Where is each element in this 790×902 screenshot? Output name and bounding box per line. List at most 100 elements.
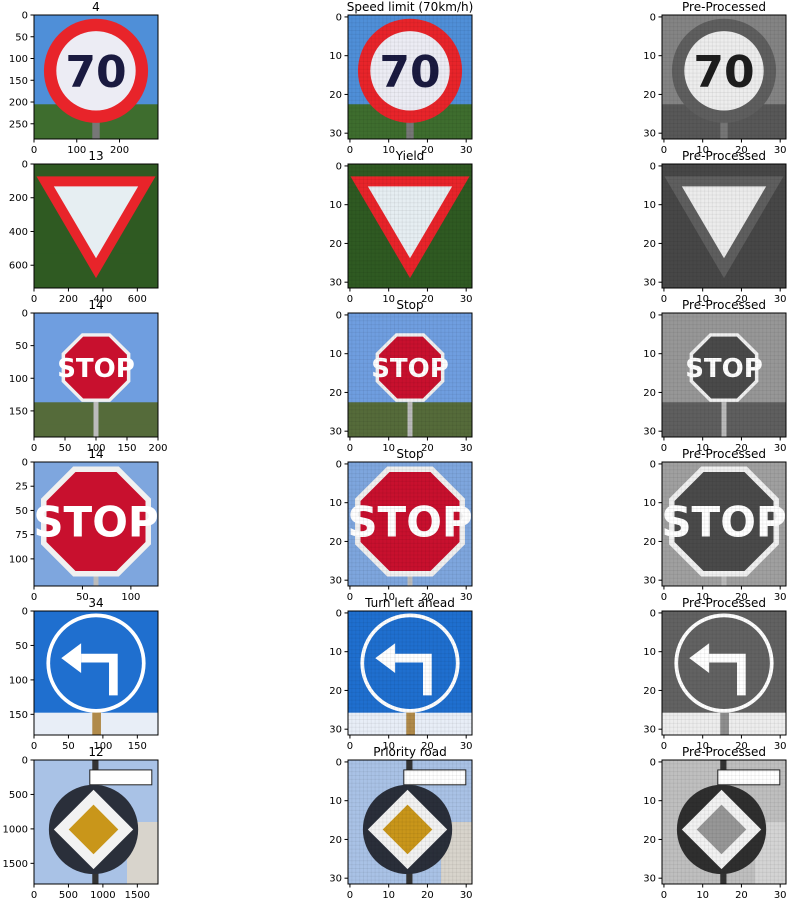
y-tick-label: 10 [643, 200, 656, 211]
x-tick-label: 30 [460, 741, 473, 752]
y-tick-label: 20 [329, 686, 342, 697]
y-tick-label: 100 [9, 54, 28, 65]
x-tick-label: 20 [735, 890, 748, 901]
y-tick-label: 30 [329, 725, 342, 736]
y-tick-label: 0 [336, 757, 342, 768]
x-tick-label: 0 [347, 294, 353, 305]
x-tick-label: 30 [460, 294, 473, 305]
y-tick-label: 0 [650, 161, 656, 172]
y-tick-label: 1500 [3, 859, 28, 870]
sign-blue-face [50, 617, 142, 709]
y-tick-label: 600 [9, 261, 28, 272]
x-tick-label: 30 [774, 592, 787, 603]
y-tick-label: 150 [9, 710, 28, 721]
y-tick-label: 30 [643, 725, 656, 736]
panel-title: Pre-Processed [682, 149, 766, 163]
x-tick-label: 30 [774, 890, 787, 901]
x-tick-label: 50 [62, 741, 75, 752]
panel-image: 70 [34, 15, 158, 139]
y-tick-label: 20 [329, 835, 342, 846]
y-tick-label: 1000 [3, 824, 28, 835]
panel-image: 70 [662, 15, 786, 139]
y-tick-label: 0 [650, 757, 656, 768]
panel-1-processed: Pre-Processed0 10 20 300102030 [643, 149, 786, 305]
y-tick-label: 75 [15, 530, 28, 541]
panel-image: STOP [348, 462, 472, 586]
street-sign [89, 769, 153, 786]
x-tick-label: 30 [460, 443, 473, 454]
y-tick-label: 500 [9, 790, 28, 801]
panel-4-resized: Turn left ahead0 10 20 300102030 [329, 596, 472, 752]
panel-title: Pre-Processed [682, 298, 766, 312]
x-tick-label: 0 [661, 890, 667, 901]
panel-5-resized: Priority road 0 10 20 30 0 10 20 30 [329, 745, 472, 901]
panel-title: Turn left ahead [364, 596, 455, 610]
y-tick-label: 30 [643, 278, 656, 289]
y-tick-label: 0 [22, 309, 28, 320]
y-tick-label: 0 [336, 310, 342, 321]
x-tick-label: 600 [128, 294, 147, 305]
sign-text: STOP [33, 497, 158, 546]
panel-title: 14 [88, 298, 103, 312]
x-tick-label: 0 [347, 145, 353, 156]
panel-title: 14 [88, 447, 103, 461]
y-tick-label: 200 [9, 98, 28, 109]
x-tick-label: 30 [774, 145, 787, 156]
y-tick-label: 10 [643, 498, 656, 509]
panel-image: STOP [662, 462, 786, 586]
x-tick-label: 30 [774, 741, 787, 752]
panel-title: 34 [88, 596, 103, 610]
panel-image: 70 [348, 15, 472, 139]
y-tick-label: 20 [329, 537, 342, 548]
y-tick-label: 400 [9, 227, 28, 238]
x-tick-label: 100 [67, 145, 86, 156]
x-tick-label: 0 [31, 145, 37, 156]
x-tick-label: 150 [128, 741, 147, 752]
x-tick-label: 200 [59, 294, 78, 305]
y-tick-label: 20 [643, 90, 656, 101]
panel-title: Speed limit (70km/h) [347, 0, 474, 14]
y-tick-label: 20 [643, 239, 656, 250]
y-tick-label: 0 [22, 607, 28, 618]
y-tick-label: 10 [329, 498, 342, 509]
x-tick-label: 0 [347, 592, 353, 603]
y-tick-label: 0 [650, 608, 656, 619]
panel-3-processed: STOPPre-Processed0 10 20 300102030 [643, 447, 786, 603]
y-tick-label: 30 [329, 427, 342, 438]
panel-title: Stop [396, 447, 423, 461]
x-tick-label: 0 [661, 741, 667, 752]
y-tick-label: 20 [643, 388, 656, 399]
x-tick-label: 100 [121, 592, 140, 603]
panel-2-processed: STOPPre-Processed0 10 20 300102030 [643, 298, 786, 454]
x-tick-label: 0 [31, 592, 37, 603]
x-tick-label: 1500 [125, 890, 150, 901]
x-tick-label: 0 [347, 890, 353, 901]
x-tick-label: 500 [59, 890, 78, 901]
panel-2-resized: STOPStop0 10 20 300102030 [329, 298, 472, 454]
y-tick-label: 20 [329, 90, 342, 101]
x-tick-label: 0 [31, 443, 37, 454]
panel-3-original: STOP 14 0 50 100 0 25 50 75 100 [9, 447, 159, 603]
figure-grid: 7040 100 20005010015020025070Speed limit (… [3, 0, 787, 901]
x-tick-label: 10 [382, 145, 395, 156]
panel-title: Priority road [373, 745, 447, 759]
y-tick-label: 30 [643, 427, 656, 438]
y-tick-label: 20 [329, 239, 342, 250]
panel-0-processed: 70Pre-Processed0 10 20 300102030 [643, 0, 786, 156]
x-tick-label: 20 [421, 890, 434, 901]
panel-image [348, 164, 472, 288]
y-tick-label: 150 [9, 76, 28, 87]
y-tick-label: 30 [329, 874, 342, 885]
panel-title: 4 [92, 0, 100, 14]
y-tick-label: 30 [329, 278, 342, 289]
x-tick-label: 0 [661, 145, 667, 156]
y-tick-label: 20 [329, 388, 342, 399]
x-tick-label: 50 [76, 592, 89, 603]
y-tick-label: 0 [336, 459, 342, 470]
y-tick-label: 100 [9, 675, 28, 686]
x-tick-label: 150 [117, 443, 136, 454]
y-tick-label: 0 [650, 12, 656, 23]
x-tick-label: 10 [382, 294, 395, 305]
x-tick-label: 0 [347, 741, 353, 752]
panel-title: 13 [88, 149, 103, 163]
